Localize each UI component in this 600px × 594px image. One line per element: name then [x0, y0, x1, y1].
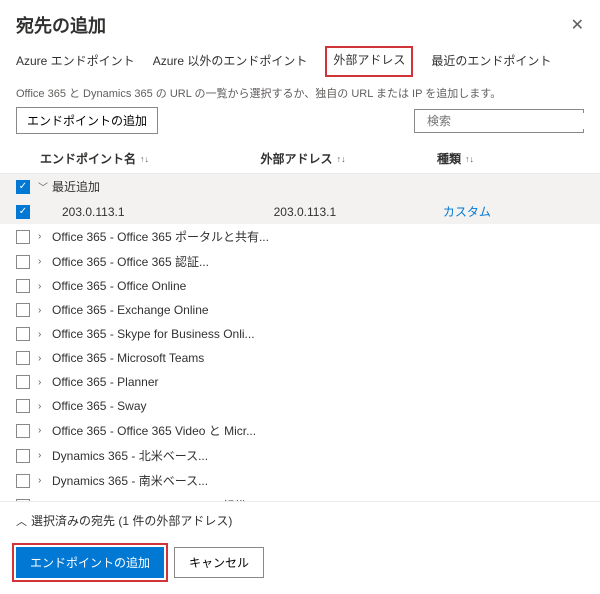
- checkbox[interactable]: [16, 230, 30, 244]
- checkbox[interactable]: [16, 424, 30, 438]
- cell-name: Office 365 - Office Online: [52, 279, 584, 293]
- cell-name: Office 365 - Sway: [52, 399, 584, 413]
- cell-name: Office 365 - Skype for Business Onli...: [52, 327, 584, 341]
- table-row[interactable]: › Dynamics 365 - 北米ベース...: [0, 443, 600, 468]
- table-row[interactable]: › Dynamics 365 - 南米ベース...: [0, 468, 600, 493]
- col-external-address[interactable]: 外部アドレス↑↓: [261, 150, 437, 167]
- table-row[interactable]: › Office 365 - Skype for Business Onli...: [0, 322, 600, 346]
- group-row-recent[interactable]: ✓ ﹀ 最近追加: [0, 174, 600, 199]
- checkbox[interactable]: [16, 399, 30, 413]
- cell-name: Office 365 - Microsoft Teams: [52, 351, 584, 365]
- checkbox[interactable]: [16, 351, 30, 365]
- chevron-right-icon[interactable]: ›: [38, 281, 48, 292]
- checkbox[interactable]: [16, 449, 30, 463]
- hint-text: Office 365 と Dynamics 365 の URL の一覧から選択す…: [0, 77, 600, 107]
- checkbox[interactable]: [16, 255, 30, 269]
- table-row[interactable]: › Office 365 - Office 365 ポータルと共有...: [0, 224, 600, 249]
- selected-destinations-toggle[interactable]: ︿ 選択済みの宛先 (1 件の外部アドレス): [0, 502, 600, 539]
- cell-name: Office 365 - Exchange Online: [52, 303, 584, 317]
- search-input[interactable]: [425, 113, 584, 129]
- tab-azure-endpoints[interactable]: Azure エンドポイント: [16, 46, 135, 77]
- chevron-right-icon[interactable]: ›: [38, 475, 48, 486]
- chevron-right-icon[interactable]: ›: [38, 256, 48, 267]
- table-row[interactable]: ›Dynamics 365 - EMEA ベースの組織: [0, 493, 600, 502]
- chevron-right-icon[interactable]: ›: [38, 425, 48, 436]
- col-type[interactable]: 種類↑↓: [437, 150, 584, 167]
- chevron-right-icon[interactable]: ›: [38, 377, 48, 388]
- chevron-up-icon: ︿: [16, 513, 27, 529]
- tab-external-address[interactable]: 外部アドレス: [325, 46, 413, 77]
- cell-type: カスタム: [443, 203, 584, 220]
- tab-bar: Azure エンドポイント Azure 以外のエンドポイント 外部アドレス 最近…: [0, 46, 600, 77]
- sort-icon: ↑↓: [465, 154, 474, 164]
- cancel-button[interactable]: キャンセル: [174, 547, 264, 578]
- cell-address: 203.0.113.1: [274, 205, 443, 219]
- checkbox[interactable]: ✓: [16, 205, 30, 219]
- add-endpoint-submit-button[interactable]: エンドポイントの追加: [16, 547, 164, 578]
- sort-icon: ↑↓: [337, 154, 346, 164]
- chevron-right-icon[interactable]: ›: [38, 329, 48, 340]
- checkbox[interactable]: ✓: [16, 180, 30, 194]
- sort-icon: ↑↓: [140, 154, 149, 164]
- table-row[interactable]: › Office 365 - Office 365 Video と Micr...: [0, 418, 600, 443]
- checkbox[interactable]: [16, 474, 30, 488]
- selected-count-label: 選択済みの宛先 (1 件の外部アドレス): [31, 512, 232, 529]
- chevron-right-icon[interactable]: ›: [38, 450, 48, 461]
- table-row[interactable]: ✓ 203.0.113.1 203.0.113.1 カスタム: [0, 199, 600, 224]
- close-icon[interactable]: ✕: [571, 15, 584, 35]
- search-box[interactable]: [414, 109, 584, 133]
- group-label: 最近追加: [52, 178, 584, 195]
- table-row[interactable]: › Office 365 - Office 365 認証...: [0, 249, 600, 274]
- cell-name: Office 365 - Office 365 認証...: [52, 253, 584, 270]
- checkbox[interactable]: [16, 375, 30, 389]
- cell-name: Dynamics 365 - 北米ベース...: [52, 447, 584, 464]
- cell-name: Office 365 - Office 365 ポータルと共有...: [52, 228, 584, 245]
- chevron-right-icon[interactable]: ›: [38, 353, 48, 364]
- add-endpoint-button[interactable]: エンドポイントの追加: [16, 107, 158, 134]
- cell-name: Dynamics 365 - 南米ベース...: [52, 472, 584, 489]
- table-header: エンドポイント名↑↓ 外部アドレス↑↓ 種類↑↓: [0, 144, 600, 174]
- cell-name: Office 365 - Planner: [52, 375, 584, 389]
- chevron-down-icon[interactable]: ﹀: [38, 179, 48, 194]
- chevron-right-icon[interactable]: ›: [38, 231, 48, 242]
- checkbox[interactable]: [16, 327, 30, 341]
- table-body[interactable]: ✓ ﹀ 最近追加 ✓ 203.0.113.1 203.0.113.1 カスタム …: [0, 174, 600, 502]
- tab-recent-endpoints[interactable]: 最近のエンドポイント: [431, 46, 551, 77]
- col-endpoint-name[interactable]: エンドポイント名↑↓: [40, 150, 261, 167]
- table-row[interactable]: › Office 365 - Sway: [0, 394, 600, 418]
- checkbox[interactable]: [16, 279, 30, 293]
- tab-non-azure-endpoints[interactable]: Azure 以外のエンドポイント: [153, 46, 308, 77]
- page-title: 宛先の追加: [16, 12, 106, 38]
- checkbox[interactable]: [16, 303, 30, 317]
- cell-name: Office 365 - Office 365 Video と Micr...: [52, 422, 584, 439]
- table-row[interactable]: › Office 365 - Office Online: [0, 274, 600, 298]
- cell-name: 203.0.113.1: [38, 205, 274, 219]
- table-row[interactable]: › Office 365 - Microsoft Teams: [0, 346, 600, 370]
- table-row[interactable]: › Office 365 - Exchange Online: [0, 298, 600, 322]
- chevron-right-icon[interactable]: ›: [38, 305, 48, 316]
- table-row[interactable]: › Office 365 - Planner: [0, 370, 600, 394]
- chevron-right-icon[interactable]: ›: [38, 401, 48, 412]
